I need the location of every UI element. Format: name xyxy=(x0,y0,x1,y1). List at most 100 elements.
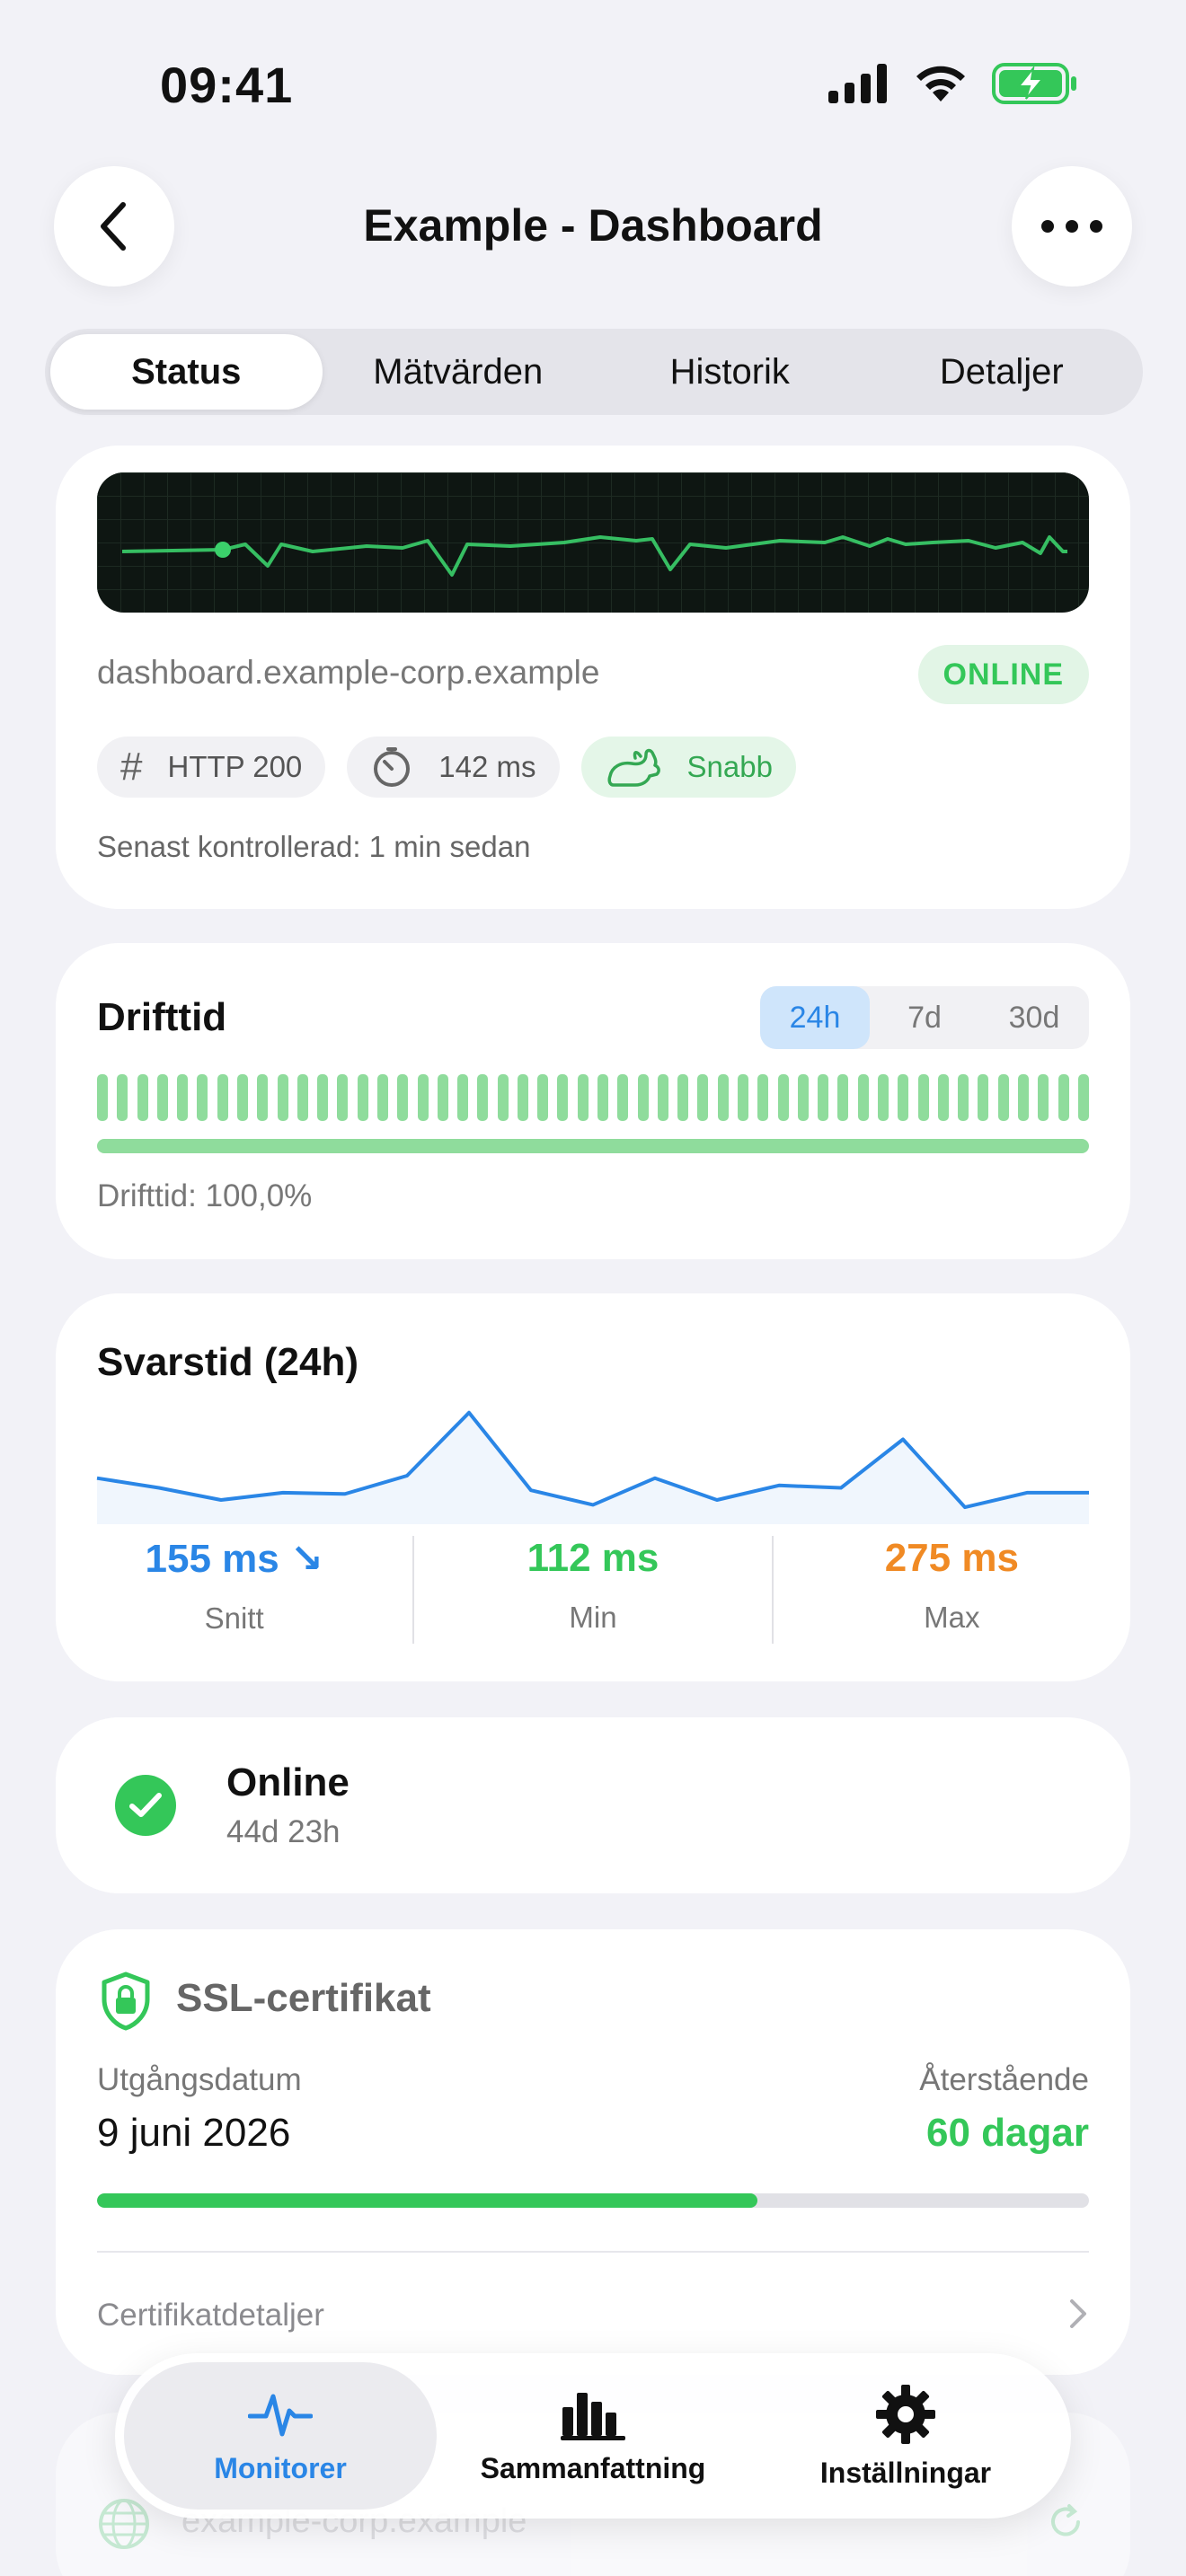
cellular-signal-icon xyxy=(828,64,887,103)
uptime-title: Drifttid xyxy=(97,995,227,1039)
monitor-url: dashboard.example-corp.example xyxy=(97,654,600,691)
tab-installningar[interactable]: Inställningar xyxy=(749,2362,1062,2510)
expiry-label: Utgångsdatum xyxy=(97,2062,302,2097)
uptime-bar xyxy=(457,1074,469,1121)
stat-min-value: 112 ms xyxy=(527,1536,659,1580)
page-title: Example - Dashboard xyxy=(363,200,823,251)
globe-icon xyxy=(99,2499,149,2549)
uptime-bar xyxy=(877,1074,889,1121)
uptime-bar xyxy=(818,1074,829,1121)
checkmark-icon xyxy=(115,1775,176,1836)
online-duration-card[interactable]: Online 44d 23h xyxy=(56,1717,1130,1893)
shield-lock-icon xyxy=(102,1972,150,2031)
range-30d[interactable]: 30d xyxy=(979,986,1089,1049)
uptime-bar xyxy=(1038,1074,1049,1121)
stat-average-value: 155 ms ↘ xyxy=(145,1537,323,1581)
tab-status[interactable]: Status xyxy=(50,334,323,410)
uptime-bar xyxy=(697,1074,709,1121)
uptime-bar xyxy=(617,1074,629,1121)
uptime-bar xyxy=(197,1074,208,1121)
uptime-bar xyxy=(156,1074,168,1121)
stat-average-label: Snitt xyxy=(204,1601,264,1635)
response-time-chart xyxy=(96,1410,1089,1524)
uptime-bar xyxy=(757,1074,769,1121)
uptime-bar xyxy=(337,1074,349,1121)
uptime-bar xyxy=(117,1074,128,1121)
uptime-bar xyxy=(917,1074,929,1121)
uptime-bar xyxy=(477,1074,489,1121)
uptime-bar xyxy=(898,1074,909,1121)
stat-max-label: Max xyxy=(924,1601,980,1634)
uptime-bars xyxy=(97,1074,1089,1121)
status-time: 09:41 xyxy=(160,57,294,113)
uptime-bar xyxy=(978,1074,989,1121)
last-checked-text: Senast kontrollerad: 1 min sedan xyxy=(97,830,531,863)
chevron-right-icon xyxy=(1070,2299,1086,2328)
uptime-bar xyxy=(417,1074,429,1121)
response-time-chip: 142 ms xyxy=(347,737,560,798)
tab-historik[interactable]: Historik xyxy=(594,334,866,410)
http-status-chip: # HTTP 200 xyxy=(97,737,326,798)
uptime-progress xyxy=(97,1139,1089,1153)
uptime-bar xyxy=(557,1074,569,1121)
rabbit-icon xyxy=(606,748,660,787)
status-badge: ONLINE xyxy=(917,645,1089,704)
certificate-details-link[interactable]: Certifikatdetaljer xyxy=(97,2298,324,2333)
uptime-bar xyxy=(997,1074,1009,1121)
uptime-bar xyxy=(376,1074,388,1121)
stat-min-label: Min xyxy=(569,1601,617,1634)
tab-detaljer[interactable]: Detaljer xyxy=(866,334,1138,410)
response-title: Svarstid (24h) xyxy=(97,1340,358,1384)
more-button[interactable] xyxy=(1012,166,1132,287)
uptime-bar xyxy=(277,1074,288,1121)
expiry-value: 9 juni 2026 xyxy=(97,2111,291,2155)
ellipsis-icon xyxy=(1041,220,1102,233)
uptime-bar xyxy=(97,1074,108,1121)
uptime-bar xyxy=(637,1074,649,1121)
ssl-title: SSL-certifikat xyxy=(176,1976,431,2020)
uptime-bar xyxy=(537,1074,549,1121)
remaining-label: Återstående xyxy=(919,2062,1089,2097)
uptime-bar xyxy=(177,1074,189,1121)
uptime-bar xyxy=(217,1074,228,1121)
tab-sammanfattning[interactable]: Sammanfattning xyxy=(437,2362,749,2510)
wifi-icon xyxy=(916,66,965,101)
uptime-bar xyxy=(357,1074,368,1121)
uptime-bar xyxy=(937,1074,949,1121)
stat-average: 155 ms ↘ Snitt xyxy=(56,1536,412,1644)
uptime-bar xyxy=(1058,1074,1069,1121)
uptime-bar xyxy=(837,1074,849,1121)
battery-charging-icon xyxy=(992,63,1076,104)
tab-matvarden[interactable]: Mätvärden xyxy=(323,334,595,410)
uptime-bar xyxy=(517,1074,528,1121)
uptime-bar xyxy=(717,1074,729,1121)
stat-min: 112 ms Min xyxy=(412,1536,771,1644)
uptime-summary: Drifttid: 100,0% xyxy=(97,1178,313,1213)
ssl-validity-bar xyxy=(97,2193,1089,2208)
uptime-bar xyxy=(677,1074,689,1121)
status-card: dashboard.example-corp.example ONLINE # … xyxy=(56,446,1130,909)
uptime-bar xyxy=(1017,1074,1029,1121)
speed-chip: Snabb xyxy=(580,737,796,798)
uptime-bar xyxy=(296,1074,308,1121)
refresh-icon[interactable] xyxy=(1046,2502,1085,2542)
range-selector: 24h 7d 30d xyxy=(760,986,1089,1049)
online-title: Online xyxy=(226,1760,350,1804)
uptime-bar xyxy=(236,1074,248,1121)
ssl-card: SSL-certifikat Utgångsdatum 9 juni 2026 … xyxy=(56,1929,1130,2375)
response-time-card: Svarstid (24h) 155 ms ↘ Snitt 112 ms Min… xyxy=(56,1293,1130,1681)
status-bar: 09:41 xyxy=(0,0,1186,171)
response-area xyxy=(97,1412,1089,1524)
timer-icon xyxy=(374,747,411,787)
stat-max-value: 275 ms xyxy=(884,1536,1019,1580)
range-24h[interactable]: 24h xyxy=(760,986,870,1049)
range-7d[interactable]: 7d xyxy=(870,986,979,1049)
tab-monitorer[interactable]: Monitorer xyxy=(124,2362,437,2510)
uptime-bar xyxy=(437,1074,448,1121)
uptime-bar xyxy=(577,1074,589,1121)
remaining-value: 60 dagar xyxy=(926,2111,1089,2155)
stat-max: 275 ms Max xyxy=(771,1536,1130,1644)
uptime-bar xyxy=(137,1074,148,1121)
uptime-bar xyxy=(397,1074,409,1121)
uptime-bar xyxy=(657,1074,668,1121)
